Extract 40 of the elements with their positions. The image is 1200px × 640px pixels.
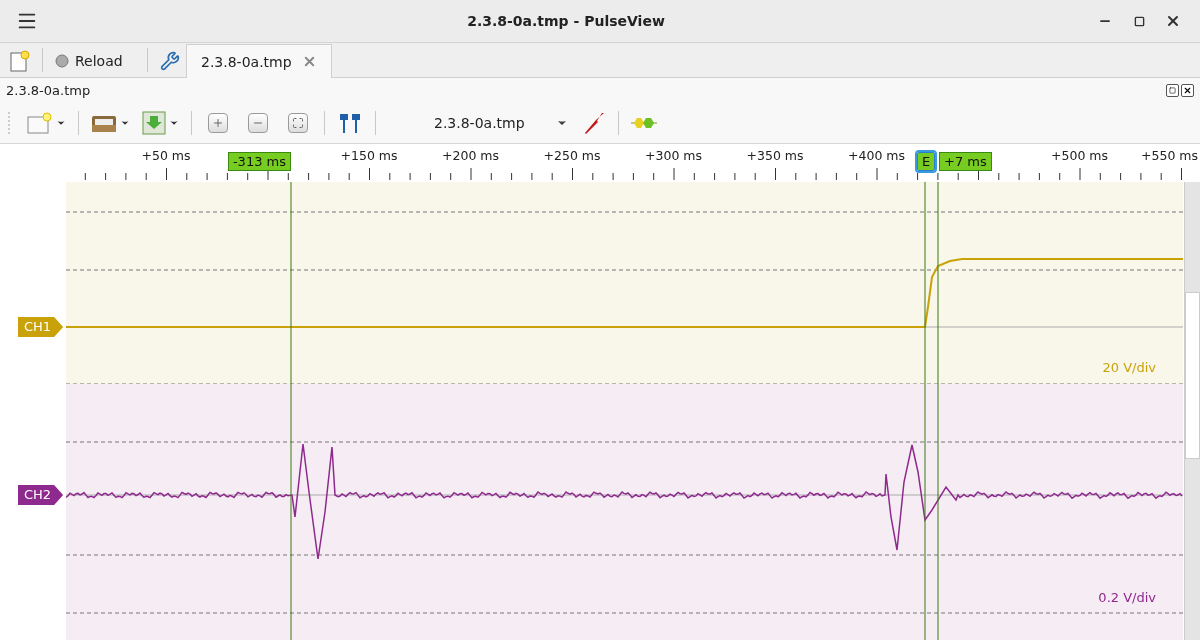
close-button[interactable] [1181,83,1194,97]
float-icon [1169,86,1176,94]
ruler-label: +350 ms [746,148,804,163]
circle-icon [55,54,69,68]
scale-label: 0.2 V/div [1098,590,1156,605]
session-tab[interactable]: 2.3.8-0a.tmp [186,44,332,78]
close-icon [1183,85,1192,95]
scale-label: 20 V/div [1102,360,1156,375]
cursor-marker[interactable]: +7 ms [939,152,992,171]
maximize-icon [1133,15,1145,27]
device-dropdown[interactable]: 2.3.8-0a.tmp [384,108,574,137]
probe-icon [582,110,606,135]
ruler-label: +250 ms [543,148,601,163]
ruler-label: +50 ms [141,148,191,163]
hexagon-icon [631,115,657,130]
fit-icon [292,116,304,129]
scrollbar[interactable] [1184,182,1200,640]
trigger-marker[interactable]: E [917,152,936,171]
reload-button[interactable]: Reload [49,45,141,77]
wrench-icon [160,51,180,71]
zoom-fit-button[interactable] [288,112,308,133]
ruler-label: +550 ms [1141,148,1198,163]
window-title: 2.3.8-0a.tmp - PulseView [466,13,666,29]
ruler-label: +200 ms [442,148,499,163]
close-icon [1165,13,1181,29]
channel-label[interactable]: CH2 [18,485,64,505]
ruler-label: +300 ms [645,148,702,163]
window-icon [27,111,53,134]
new-document-icon [10,50,30,72]
cursor-icon [337,111,363,134]
ruler-label: +150 ms [340,148,398,163]
float-button[interactable] [1166,83,1179,97]
dock-title: 2.3.8-0a.tmp [6,82,92,98]
save-icon [142,110,166,135]
zoom-in-button[interactable] [208,112,228,133]
ruler-label: +400 ms [848,148,905,163]
ruler-label: +500 ms [1051,148,1108,163]
plus-icon [212,116,224,129]
cursor-marker[interactable]: -313 ms [227,152,291,171]
zoom-out-button[interactable] [248,112,268,133]
